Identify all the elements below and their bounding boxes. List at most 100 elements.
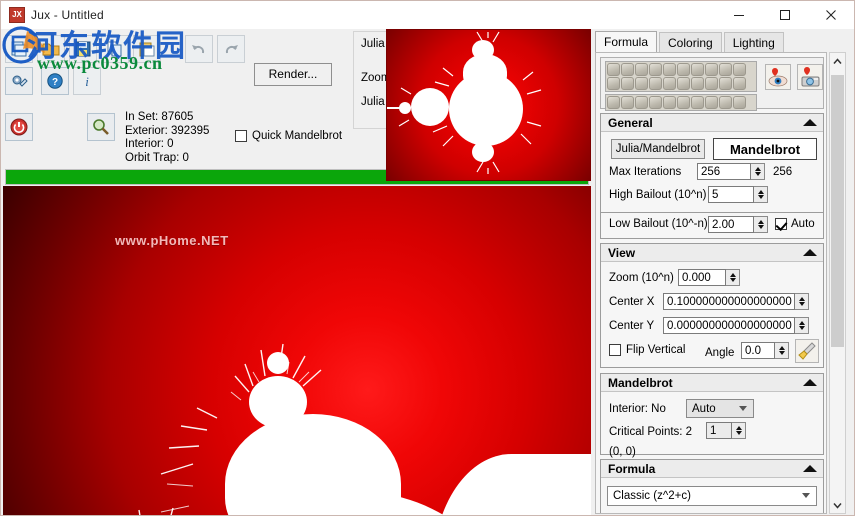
max-iterations-spinner[interactable]: [751, 163, 765, 180]
palette-swatch[interactable]: [677, 63, 690, 76]
mandelbrot-preview-window[interactable]: [386, 29, 591, 181]
paste-icon[interactable]: [133, 35, 161, 63]
palette-swatch[interactable]: [691, 63, 704, 76]
auto-bailout-row[interactable]: Auto: [775, 218, 815, 230]
palette-swatch[interactable]: [677, 77, 690, 90]
undo-icon[interactable]: [185, 35, 213, 63]
palette-swatch[interactable]: [621, 63, 634, 76]
palette-swatch[interactable]: [635, 96, 648, 109]
tab-coloring[interactable]: Coloring: [659, 32, 722, 53]
palette-swatch[interactable]: [733, 63, 746, 76]
high-bailout-stepper[interactable]: 5: [708, 186, 768, 203]
high-bailout-spinner[interactable]: [754, 186, 768, 203]
julia-mandelbrot-button[interactable]: Julia/Mandelbrot: [611, 139, 705, 159]
scrollbar-thumb[interactable]: [831, 75, 844, 347]
chevron-down-icon[interactable]: [830, 497, 845, 513]
palette-swatch[interactable]: [719, 96, 732, 109]
palette-swatch[interactable]: [621, 96, 634, 109]
palette-swatch[interactable]: [607, 77, 620, 90]
heart-eye-icon[interactable]: [765, 64, 791, 90]
palette-swatch[interactable]: [719, 77, 732, 90]
triangle-up-icon[interactable]: [803, 119, 817, 126]
center-y-spinner[interactable]: [795, 317, 809, 334]
close-button[interactable]: [808, 1, 854, 29]
palette-swatch[interactable]: [691, 96, 704, 109]
quick-mandelbrot-row[interactable]: Quick Mandelbrot: [235, 130, 342, 142]
help-icon[interactable]: ?: [41, 67, 69, 95]
copy-icon[interactable]: [101, 35, 129, 63]
triangle-up-icon[interactable]: [803, 379, 817, 386]
triangle-up-icon[interactable]: [803, 249, 817, 256]
palette-swatch[interactable]: [649, 96, 662, 109]
zoom-spinner[interactable]: [726, 269, 740, 286]
palette-swatch[interactable]: [663, 63, 676, 76]
angle-input[interactable]: 0.0: [741, 342, 775, 359]
palette-swatch[interactable]: [705, 96, 718, 109]
interior-mode-dropdown[interactable]: Auto: [686, 399, 754, 418]
tab-lighting[interactable]: Lighting: [723, 32, 784, 53]
center-x-stepper[interactable]: 0.100000000000000000: [663, 293, 809, 310]
tab-formula[interactable]: Formula: [595, 31, 658, 53]
maximize-button[interactable]: [762, 1, 808, 29]
palette-swatch[interactable]: [705, 77, 718, 90]
flip-vertical-row[interactable]: Flip Vertical: [609, 344, 685, 356]
palette-swatch[interactable]: [677, 96, 690, 109]
chevron-up-icon[interactable]: [830, 53, 845, 69]
palette-swatch[interactable]: [705, 63, 718, 76]
render-button[interactable]: Render...: [254, 63, 332, 86]
minimize-button[interactable]: [716, 1, 762, 29]
info-icon[interactable]: i: [73, 67, 101, 95]
palette-swatch[interactable]: [607, 96, 620, 109]
settings-icon[interactable]: [5, 67, 33, 95]
palette-grid-bottom[interactable]: [605, 94, 757, 111]
high-bailout-input[interactable]: 5: [708, 186, 754, 203]
section-formula-header[interactable]: Formula: [601, 460, 823, 478]
redo-icon[interactable]: [217, 35, 245, 63]
palette-swatch[interactable]: [649, 63, 662, 76]
palette-swatch[interactable]: [733, 77, 746, 90]
palette-swatch[interactable]: [649, 77, 662, 90]
section-general-header[interactable]: General: [601, 114, 823, 132]
critical-points-spinner[interactable]: [732, 422, 746, 439]
save-icon[interactable]: [69, 35, 97, 63]
critical-points-input[interactable]: 1: [706, 422, 732, 439]
palette-swatch[interactable]: [719, 63, 732, 76]
new-document-icon[interactable]: [5, 35, 33, 63]
center-y-input[interactable]: 0.000000000000000000: [663, 317, 795, 334]
low-bailout-input[interactable]: 2.00: [708, 216, 754, 233]
max-iterations-stepper[interactable]: 256: [697, 163, 765, 180]
low-bailout-stepper[interactable]: 2.00: [708, 216, 768, 233]
heart-camera-icon[interactable]: [797, 64, 823, 90]
dock-vertical-scrollbar[interactable]: [829, 52, 846, 514]
center-y-stepper[interactable]: 0.000000000000000000: [663, 317, 809, 334]
critical-points-stepper[interactable]: 1: [706, 422, 746, 439]
section-view-header[interactable]: View: [601, 244, 823, 262]
section-mandelbrot-header[interactable]: Mandelbrot: [601, 374, 823, 392]
power-icon[interactable]: [5, 113, 33, 141]
angle-stepper[interactable]: 0.0: [741, 342, 789, 359]
zoom-stepper[interactable]: 0.000: [678, 269, 740, 286]
auto-bailout-checkbox[interactable]: [775, 218, 787, 230]
palette-swatch[interactable]: [663, 96, 676, 109]
zoom-input[interactable]: 0.000: [678, 269, 726, 286]
open-folder-icon[interactable]: [37, 35, 65, 63]
flip-vertical-checkbox[interactable]: [609, 344, 621, 356]
center-x-input[interactable]: 0.100000000000000000: [663, 293, 795, 310]
angle-spinner[interactable]: [775, 342, 789, 359]
palette-swatch[interactable]: [733, 96, 746, 109]
palette-swatch[interactable]: [691, 77, 704, 90]
palette-swatch[interactable]: [635, 63, 648, 76]
palette-swatch[interactable]: [621, 77, 634, 90]
palette-grid-top[interactable]: [605, 61, 757, 92]
low-bailout-spinner[interactable]: [754, 216, 768, 233]
magnifier-icon[interactable]: [87, 113, 115, 141]
broom-icon[interactable]: [795, 339, 819, 363]
palette-swatch[interactable]: [607, 63, 620, 76]
palette-swatch[interactable]: [635, 77, 648, 90]
palette-swatch[interactable]: [663, 77, 676, 90]
max-iterations-input[interactable]: 256: [697, 163, 751, 180]
triangle-up-icon[interactable]: [803, 465, 817, 472]
mandelbrot-main-canvas[interactable]: www.pHome.NET: [3, 186, 591, 515]
center-x-spinner[interactable]: [795, 293, 809, 310]
formula-dropdown[interactable]: Classic (z^2+c): [607, 486, 817, 506]
